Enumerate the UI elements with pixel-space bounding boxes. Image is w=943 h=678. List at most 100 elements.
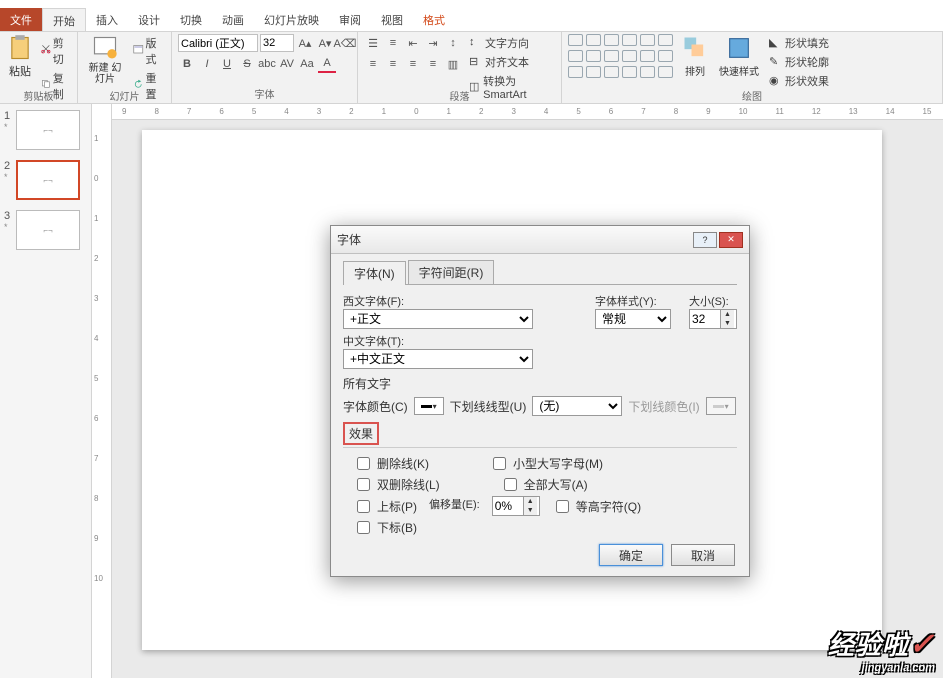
western-font-select[interactable]: +正文 xyxy=(343,309,533,329)
align-left-button[interactable]: ≡ xyxy=(364,55,382,73)
layout-button[interactable]: 版式 xyxy=(130,34,165,68)
font-color-label: 字体颜色(C) xyxy=(343,398,408,415)
shape-fill-button[interactable]: ◣形状填充 xyxy=(766,34,832,52)
cut-icon xyxy=(41,44,51,58)
allchars-label: 所有文字 xyxy=(343,375,737,392)
layout-icon xyxy=(133,44,144,58)
outdent-button[interactable]: ⇤ xyxy=(404,34,422,52)
font-dialog: 字体 ? ✕ 字体(N) 字符间距(R) 西文字体(F): +正文 字体样式(Y… xyxy=(330,225,750,577)
font-style-label: 字体样式(Y): xyxy=(595,296,657,308)
spin-down-icon[interactable]: ▼ xyxy=(720,319,734,328)
dialog-help-button[interactable]: ? xyxy=(693,232,717,248)
underline-type-select[interactable]: (无) xyxy=(532,396,622,416)
spin-up-icon[interactable]: ▲ xyxy=(523,497,537,506)
underline-color-picker: ▾ xyxy=(706,397,736,415)
spacing-button[interactable]: AV xyxy=(278,55,296,73)
new-slide-icon xyxy=(91,34,119,62)
watermark-logo: 经验啦✓ jingyanla.com xyxy=(828,625,935,674)
subscript-checkbox[interactable]: 下标(B) xyxy=(353,518,417,537)
font-size-spinner[interactable]: ▲▼ xyxy=(689,309,737,329)
shapes-gallery[interactable] xyxy=(568,34,674,80)
indent-button[interactable]: ⇥ xyxy=(424,34,442,52)
grow-font-button[interactable]: A▴ xyxy=(296,34,314,52)
cut-button[interactable]: 剪切 xyxy=(38,34,71,68)
arrange-button[interactable]: 排列 xyxy=(685,63,705,78)
tab-slideshow[interactable]: 幻灯片放映 xyxy=(254,8,329,31)
ok-button[interactable]: 确定 xyxy=(599,544,663,566)
justify-button[interactable]: ≡ xyxy=(424,55,442,73)
columns-button[interactable]: ▥ xyxy=(444,55,462,73)
cjk-font-select[interactable]: +中文正文 xyxy=(343,349,533,369)
cancel-button[interactable]: 取消 xyxy=(671,544,735,566)
tab-animations[interactable]: 动画 xyxy=(212,8,254,31)
font-name-combo[interactable] xyxy=(178,34,258,52)
slide-thumbnails: 1* ⌐¬ 2* ⌐¬ 3* ⌐¬ xyxy=(0,104,92,678)
effects-section-label: 效果 xyxy=(343,422,379,445)
font-group-label: 字体 xyxy=(178,86,351,101)
new-slide-button[interactable]: 新建 幻灯片 xyxy=(84,63,126,85)
tab-format[interactable]: 格式 xyxy=(413,8,455,31)
paste-icon xyxy=(6,34,34,62)
tab-transitions[interactable]: 切换 xyxy=(170,8,212,31)
aligntext-icon: ⊟ xyxy=(469,55,483,69)
align-text-button[interactable]: ⊟对齐文本 xyxy=(466,53,555,71)
strike-button[interactable]: S xyxy=(238,55,256,73)
font-style-select[interactable]: 常规 xyxy=(595,309,671,329)
font-size-combo[interactable] xyxy=(260,34,294,52)
ribbon: 粘贴 剪切 复制 格式刷 剪贴板 新建 幻灯片 版式 重置 节 幻灯片 xyxy=(0,32,943,104)
spin-down-icon[interactable]: ▼ xyxy=(523,506,537,515)
thumbnail-3[interactable]: 3* ⌐¬ xyxy=(4,210,87,250)
spin-up-icon[interactable]: ▲ xyxy=(720,310,734,319)
equalize-checkbox[interactable]: 等高字符(Q) xyxy=(552,496,641,516)
clear-format-button[interactable]: A⌫ xyxy=(336,34,354,52)
linespacing-button[interactable]: ↕ xyxy=(444,34,462,52)
paragraph-group-label: 段落 xyxy=(364,88,555,103)
paste-button[interactable]: 粘贴 xyxy=(9,63,31,79)
tab-review[interactable]: 审阅 xyxy=(329,8,371,31)
tab-design[interactable]: 设计 xyxy=(128,8,170,31)
italic-button[interactable]: I xyxy=(198,55,216,73)
cjk-font-label: 中文字体(T): xyxy=(343,336,404,348)
text-direction-button[interactable]: ↕文字方向 xyxy=(466,34,555,52)
underline-button[interactable]: U xyxy=(218,55,236,73)
font-color-picker[interactable]: ▾ xyxy=(414,397,444,415)
thumbnail-2[interactable]: 2* ⌐¬ xyxy=(4,160,87,200)
textdir-icon: ↕ xyxy=(469,36,483,50)
clipboard-group-label: 剪贴板 xyxy=(6,88,71,103)
strikethrough-checkbox[interactable]: 删除线(K) xyxy=(353,454,429,473)
align-right-button[interactable]: ≡ xyxy=(404,55,422,73)
superscript-checkbox[interactable]: 上标(P) xyxy=(353,496,417,516)
dialog-tab-spacing[interactable]: 字符间距(R) xyxy=(408,260,495,284)
numbering-button[interactable]: ≡ xyxy=(384,34,402,52)
bold-button[interactable]: B xyxy=(178,55,196,73)
slides-group-label: 幻灯片 xyxy=(84,88,165,103)
align-center-button[interactable]: ≡ xyxy=(384,55,402,73)
thumbnail-1[interactable]: 1* ⌐¬ xyxy=(4,110,87,150)
western-font-label: 西文字体(F): xyxy=(343,296,404,308)
dialog-title: 字体 xyxy=(337,231,361,248)
tab-home[interactable]: 开始 xyxy=(42,8,86,31)
drawing-group-label: 绘图 xyxy=(568,88,936,103)
horizontal-ruler: 9876543210123456789101112131415 xyxy=(112,104,943,120)
smallcaps-checkbox[interactable]: 小型大写字母(M) xyxy=(489,454,603,473)
bullets-button[interactable]: ☰ xyxy=(364,34,382,52)
quickstyle-button[interactable]: 快速样式 xyxy=(719,63,759,78)
tab-insert[interactable]: 插入 xyxy=(86,8,128,31)
dialog-tab-font[interactable]: 字体(N) xyxy=(343,261,406,285)
shrink-font-button[interactable]: A▾ xyxy=(316,34,334,52)
underline-type-label: 下划线线型(U) xyxy=(450,398,527,415)
case-button[interactable]: Aa xyxy=(298,55,316,73)
offset-spinner[interactable]: ▲▼ xyxy=(492,496,540,516)
shape-outline-button[interactable]: ✎形状轮廓 xyxy=(766,53,832,71)
tab-file[interactable]: 文件 xyxy=(0,8,42,31)
double-strike-checkbox[interactable]: 双删除线(L) xyxy=(353,475,440,494)
dialog-close-button[interactable]: ✕ xyxy=(719,232,743,248)
quickstyle-icon xyxy=(725,34,753,62)
shadow-button[interactable]: abc xyxy=(258,55,276,73)
font-size-label: 大小(S): xyxy=(689,296,729,308)
font-color-button[interactable]: A xyxy=(318,55,336,73)
tab-view[interactable]: 视图 xyxy=(371,8,413,31)
effect-icon: ◉ xyxy=(769,74,783,88)
allcaps-checkbox[interactable]: 全部大写(A) xyxy=(500,475,588,494)
underline-color-label: 下划线颜色(I) xyxy=(628,398,699,415)
